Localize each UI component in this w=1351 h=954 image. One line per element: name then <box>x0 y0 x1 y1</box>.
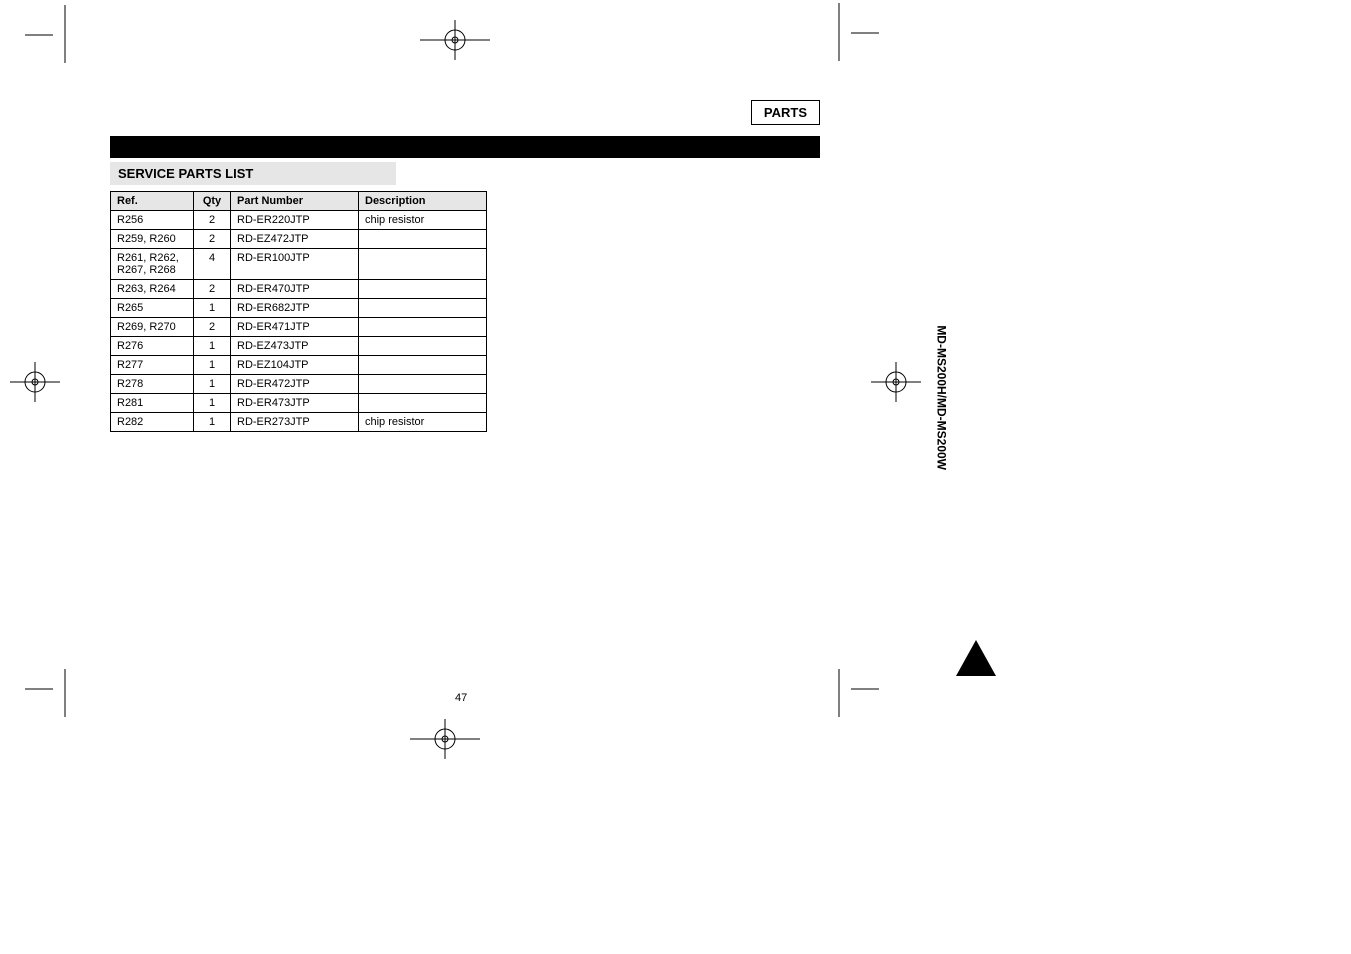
cell-part: RD-ER471JTP <box>231 318 359 337</box>
parts-table: Ref. Qty Part Number Description R2562RD… <box>110 191 487 432</box>
page-content: PARTS SERVICE PARTS LIST Ref. Qty Part N… <box>110 100 820 432</box>
col-desc: Description <box>359 192 487 211</box>
col-ref: Ref. <box>111 192 194 211</box>
cell-desc <box>359 375 487 394</box>
section-title: SERVICE PARTS LIST <box>110 162 396 185</box>
cell-desc <box>359 249 487 280</box>
cropmark-icon <box>819 669 879 729</box>
cell-qty: 2 <box>194 211 231 230</box>
cell-qty: 1 <box>194 299 231 318</box>
cell-ref: R282 <box>111 413 194 432</box>
triangle-up-icon <box>956 640 996 676</box>
cell-qty: 2 <box>194 318 231 337</box>
cell-part: RD-ER470JTP <box>231 280 359 299</box>
cell-ref: R276 <box>111 337 194 356</box>
cell-ref: R277 <box>111 356 194 375</box>
cell-desc <box>359 394 487 413</box>
table-row: R263, R2642RD-ER470JTP <box>111 280 487 299</box>
cell-desc <box>359 318 487 337</box>
section-tab: PARTS <box>751 100 820 125</box>
table-row: R2651RD-ER682JTP <box>111 299 487 318</box>
cropmark-icon <box>819 3 879 63</box>
cell-ref: R269, R270 <box>111 318 194 337</box>
table-row: R2761RD-EZ473JTP <box>111 337 487 356</box>
cell-qty: 1 <box>194 356 231 375</box>
table-row: R2771RD-EZ104JTP <box>111 356 487 375</box>
cell-qty: 1 <box>194 413 231 432</box>
registration-icon <box>410 719 480 759</box>
registration-icon <box>420 20 490 60</box>
cell-ref: R265 <box>111 299 194 318</box>
registration-icon <box>871 362 921 402</box>
cell-part: RD-ER473JTP <box>231 394 359 413</box>
registration-icon <box>10 362 60 402</box>
table-header-row: Ref. Qty Part Number Description <box>111 192 487 211</box>
cell-qty: 2 <box>194 230 231 249</box>
cell-ref: R278 <box>111 375 194 394</box>
table-row: R2821RD-ER273JTPchip resistor <box>111 413 487 432</box>
header-band <box>110 136 820 158</box>
cell-desc <box>359 230 487 249</box>
table-row: R2811RD-ER473JTP <box>111 394 487 413</box>
page-number: 47 <box>455 692 467 704</box>
cell-desc <box>359 299 487 318</box>
spine-marker <box>956 640 996 676</box>
cell-desc <box>359 337 487 356</box>
cell-qty: 1 <box>194 375 231 394</box>
cell-desc: chip resistor <box>359 211 487 230</box>
cell-qty: 1 <box>194 394 231 413</box>
cell-desc: chip resistor <box>359 413 487 432</box>
table-row: R2781RD-ER472JTP <box>111 375 487 394</box>
col-qty: Qty <box>194 192 231 211</box>
cell-ref: R256 <box>111 211 194 230</box>
cell-part: RD-ER273JTP <box>231 413 359 432</box>
cell-desc <box>359 280 487 299</box>
table-row: R259, R2602RD-EZ472JTP <box>111 230 487 249</box>
cell-ref: R263, R264 <box>111 280 194 299</box>
cell-part: RD-EZ473JTP <box>231 337 359 356</box>
cell-part: RD-ER220JTP <box>231 211 359 230</box>
cell-ref: R281 <box>111 394 194 413</box>
cell-qty: 4 <box>194 249 231 280</box>
cell-desc <box>359 356 487 375</box>
cropmark-icon <box>25 5 85 65</box>
cell-ref: R261, R262, R267, R268 <box>111 249 194 280</box>
col-part: Part Number <box>231 192 359 211</box>
cell-part: RD-EZ472JTP <box>231 230 359 249</box>
cell-part: RD-ER472JTP <box>231 375 359 394</box>
cell-qty: 2 <box>194 280 231 299</box>
table-row: R269, R2702RD-ER471JTP <box>111 318 487 337</box>
cropmark-icon <box>25 669 85 729</box>
table-row: R261, R262, R267, R2684RD-ER100JTP <box>111 249 487 280</box>
table-row: R2562RD-ER220JTPchip resistor <box>111 211 487 230</box>
cell-part: RD-ER100JTP <box>231 249 359 280</box>
page-canvas: PARTS SERVICE PARTS LIST Ref. Qty Part N… <box>0 0 1351 954</box>
cell-ref: R259, R260 <box>111 230 194 249</box>
model-label: MD-MS200H/MD-MS200W <box>935 325 949 470</box>
cell-part: RD-ER682JTP <box>231 299 359 318</box>
cell-qty: 1 <box>194 337 231 356</box>
cell-part: RD-EZ104JTP <box>231 356 359 375</box>
